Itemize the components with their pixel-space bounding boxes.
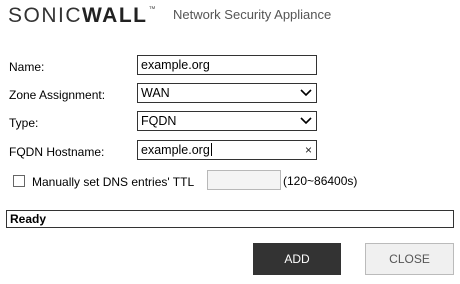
logo-trademark: ™ bbox=[148, 6, 156, 13]
status-bar: Ready bbox=[6, 210, 454, 228]
product-name: Network Security Appliance bbox=[173, 7, 332, 22]
close-button[interactable]: CLOSE bbox=[365, 243, 454, 275]
name-input-value: example.org bbox=[141, 58, 210, 72]
dialog: SONICWALL ™ Network Security Appliance N… bbox=[0, 0, 460, 284]
name-input[interactable]: example.org bbox=[137, 55, 317, 75]
type-select[interactable]: FQDN bbox=[137, 111, 317, 131]
sonicwall-logo: SONICWALL ™ bbox=[8, 4, 156, 28]
zone-assignment-value: WAN bbox=[141, 86, 170, 100]
zone-assignment-select[interactable]: WAN bbox=[137, 83, 317, 103]
manual-ttl-checkbox[interactable] bbox=[13, 175, 25, 187]
ttl-range-hint: (120~86400s) bbox=[283, 174, 358, 188]
fqdn-hostname-value: example.org bbox=[141, 143, 210, 157]
chevron-down-icon bbox=[300, 89, 312, 97]
chevron-down-icon bbox=[300, 117, 312, 125]
logo-text-bold: WALL bbox=[82, 4, 148, 27]
clear-icon[interactable]: × bbox=[305, 141, 312, 159]
zone-assignment-label: Zone Assignment: bbox=[9, 88, 106, 102]
logo-text-light: SONIC bbox=[8, 4, 83, 27]
logo-text: SONICWALL bbox=[8, 4, 148, 28]
type-value: FQDN bbox=[141, 114, 177, 128]
fqdn-hostname-input[interactable]: example.org × bbox=[137, 140, 317, 160]
name-label: Name: bbox=[9, 60, 45, 74]
manual-ttl-label: Manually set DNS entries' TTL bbox=[32, 175, 195, 189]
ttl-input[interactable] bbox=[207, 170, 281, 190]
fqdn-hostname-label: FQDN Hostname: bbox=[9, 145, 105, 159]
add-button[interactable]: ADD bbox=[253, 243, 341, 275]
text-caret bbox=[210, 143, 212, 156]
type-label: Type: bbox=[9, 116, 39, 130]
status-text: Ready bbox=[10, 212, 47, 226]
